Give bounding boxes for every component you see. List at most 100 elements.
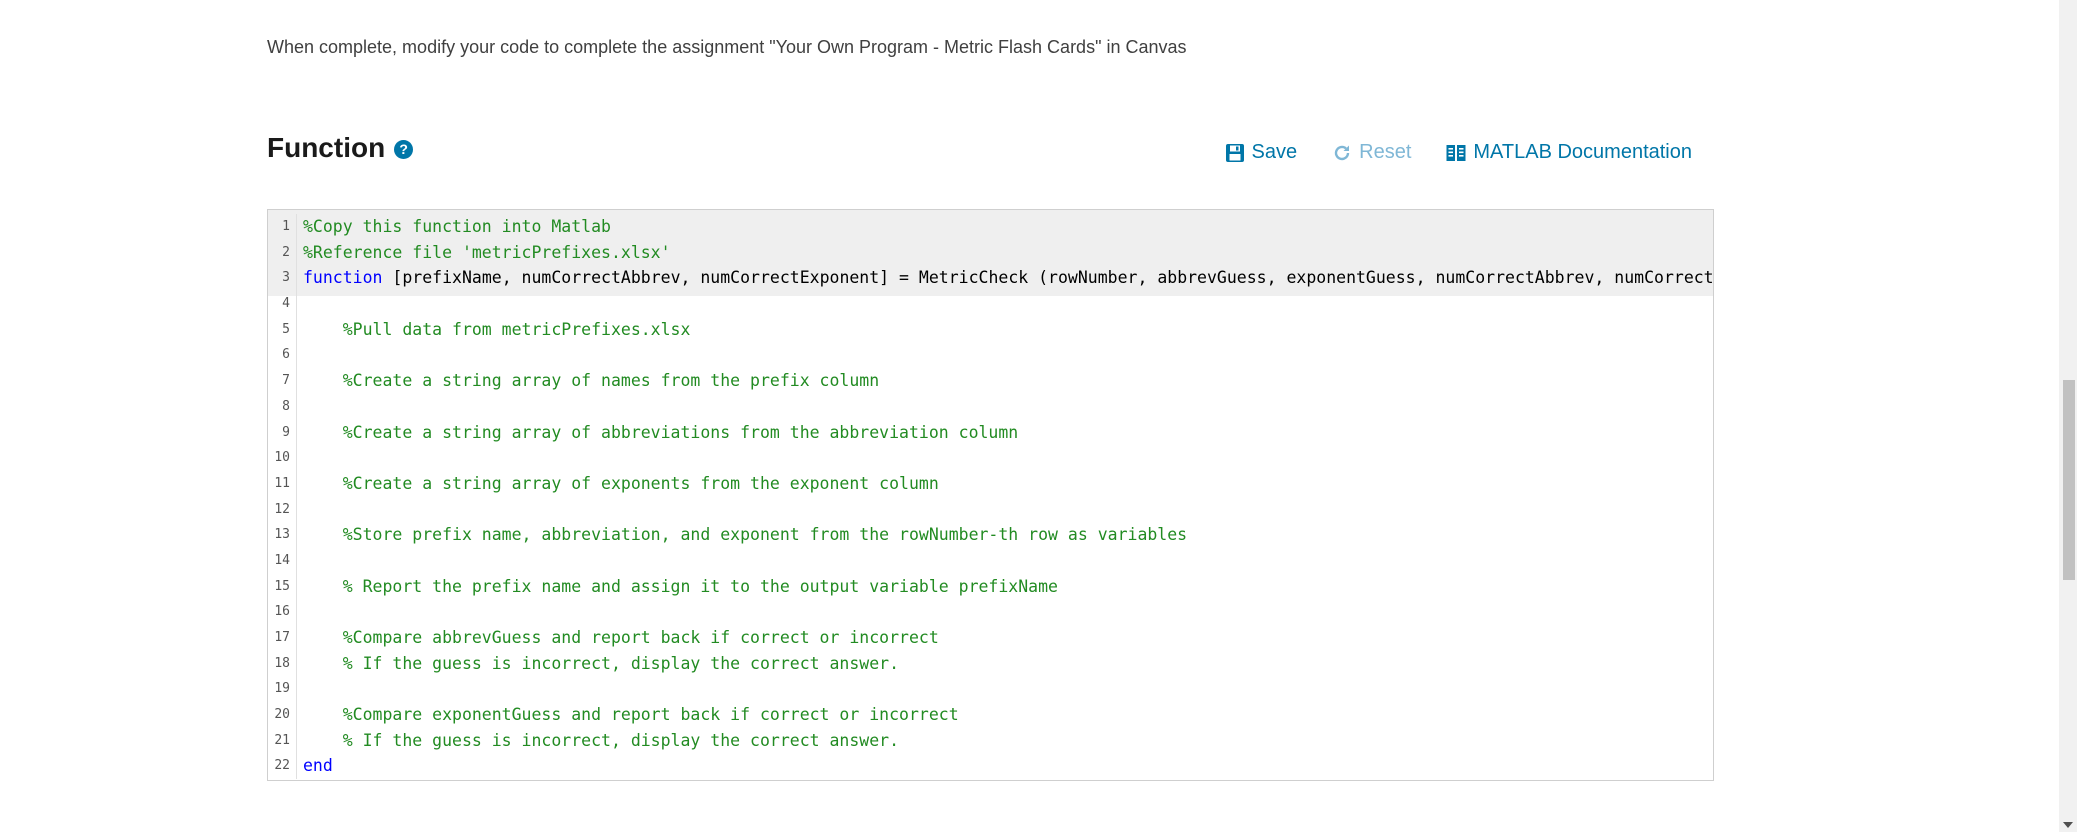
code-line[interactable]: 6 <box>268 342 1713 369</box>
page-scrollbar[interactable] <box>2059 0 2077 832</box>
line-number: 21 <box>268 727 297 754</box>
line-number: 3 <box>268 265 297 292</box>
keyword-token: function <box>303 268 383 288</box>
line-number: 1 <box>268 214 297 240</box>
code-lines: 1 %Copy this function into Matlab 2 %Refere… <box>268 214 1714 780</box>
line-number: 8 <box>268 393 297 420</box>
line-number: 2 <box>268 239 297 266</box>
save-button[interactable]: Save <box>1225 141 1298 164</box>
page: When complete, modify your code to compl… <box>0 0 2077 832</box>
comment-token: %Copy this function into Matlab <box>303 217 611 236</box>
code-line[interactable]: 11 %Create a string array of exponents f… <box>268 470 1713 497</box>
comment-token: %Reference file 'metricPrefixes.xlsx' <box>303 242 671 262</box>
intro-text: When complete, modify your code to compl… <box>267 37 1187 57</box>
line-number: 16 <box>268 599 297 625</box>
code-line[interactable]: 8 <box>268 393 1713 420</box>
code-text: %Pull data from metricPrefixes.xlsx <box>297 317 691 343</box>
comment-token: %Create a string array of exponents from… <box>303 473 939 493</box>
code-text: %Compare exponentGuess and report back i… <box>297 702 959 728</box>
line-number: 19 <box>268 676 297 703</box>
comment-token: %Create a string array of abbreviations … <box>303 422 1019 442</box>
line-number: 12 <box>268 496 297 523</box>
refresh-icon <box>1334 145 1350 160</box>
editor-toolbar: Save Reset MATLAB Documentation <box>1225 141 1692 164</box>
book-icon <box>1446 144 1466 161</box>
line-number: 15 <box>268 573 297 600</box>
line-number: 9 <box>268 419 297 446</box>
code-text: %Create a string array of abbreviations … <box>297 420 1019 446</box>
line-number: 10 <box>268 445 297 471</box>
floppy-disk-icon <box>1225 143 1244 162</box>
code-text: %Compare abbrevGuess and report back if … <box>297 625 939 651</box>
function-section-header: Function ? <box>267 132 414 164</box>
line-number: 7 <box>268 368 297 394</box>
signature-token: [prefixName, numCorrectAbbrev, numCorrec… <box>382 268 1714 288</box>
code-editor[interactable]: 1 %Copy this function into Matlab 2 %Refere… <box>267 209 1714 781</box>
code-line[interactable]: 4 <box>268 291 1713 317</box>
comment-token: %Store prefix name, abbreviation, and ex… <box>303 525 1188 545</box>
scroll-down-arrow-icon[interactable] <box>2063 822 2073 828</box>
code-line[interactable]: 2 %Reference file 'metricPrefixes.xlsx' <box>268 239 1713 266</box>
comment-token: %Pull data from metricPrefixes.xlsx <box>303 319 691 339</box>
code-text: %Copy this function into Matlab <box>297 214 611 240</box>
code-line[interactable]: 21 % If the guess is incorrect, display … <box>268 727 1713 754</box>
question-circle-icon[interactable]: ? <box>394 139 414 159</box>
line-number: 20 <box>268 702 297 728</box>
code-line[interactable]: 17 %Compare abbrevGuess and report back … <box>268 625 1713 651</box>
code-line[interactable]: 12 <box>268 496 1713 523</box>
code-line[interactable]: 22 end <box>268 753 1713 780</box>
comment-token: % If the guess is incorrect, display the… <box>303 730 900 750</box>
code-text: % Report the prefix name and assign it t… <box>297 574 1058 600</box>
line-number: 17 <box>268 625 297 651</box>
reset-button[interactable]: Reset <box>1332 141 1411 164</box>
code-line[interactable]: 18 % If the guess is incorrect, display … <box>268 650 1713 677</box>
line-number: 18 <box>268 650 297 677</box>
code-line[interactable]: 1 %Copy this function into Matlab <box>268 214 1713 240</box>
code-text: %Store prefix name, abbreviation, and ex… <box>297 522 1187 548</box>
code-line[interactable]: 15 % Report the prefix name and assign i… <box>268 573 1713 600</box>
matlab-documentation-link[interactable]: MATLAB Documentation <box>1446 141 1692 164</box>
code-text: %Reference file 'metricPrefixes.xlsx' <box>297 240 671 266</box>
line-number: 11 <box>268 470 297 497</box>
section-title: Function <box>267 132 386 163</box>
code-text: function [prefixName, numCorrectAbbrev, … <box>297 265 1714 291</box>
code-line[interactable]: 13 %Store prefix name, abbreviation, and… <box>268 522 1713 548</box>
code-line[interactable]: 14 <box>268 547 1713 574</box>
documentation-label: MATLAB Documentation <box>1473 141 1692 163</box>
code-text: % If the guess is incorrect, display the… <box>297 651 899 677</box>
keyword-token: end <box>303 756 333 776</box>
line-number: 4 <box>268 291 297 317</box>
comment-token: % If the guess is incorrect, display the… <box>303 653 900 673</box>
code-line[interactable]: 5 %Pull data from metricPrefixes.xlsx <box>268 316 1713 343</box>
code-text: end <box>297 753 333 779</box>
line-number: 6 <box>268 342 297 369</box>
code-line[interactable]: 16 <box>268 599 1713 625</box>
line-number: 22 <box>268 753 297 780</box>
reset-label: Reset <box>1359 141 1412 163</box>
code-line[interactable]: 19 <box>268 676 1713 703</box>
line-number: 14 <box>268 547 297 574</box>
scrollbar-thumb[interactable] <box>2063 380 2075 580</box>
code-text: %Create a string array of exponents from… <box>297 471 939 497</box>
comment-token: % Report the prefix name and assign it t… <box>303 576 1058 596</box>
code-line[interactable]: 20 %Compare exponentGuess and report bac… <box>268 702 1713 728</box>
code-line[interactable]: 9 %Create a string array of abbreviation… <box>268 419 1713 446</box>
code-line[interactable]: 7 %Create a string array of names from t… <box>268 368 1713 394</box>
code-line[interactable]: 10 <box>268 445 1713 471</box>
code-text: % If the guess is incorrect, display the… <box>297 728 899 754</box>
code-line[interactable]: 3 function [prefixName, numCorrectAbbrev,… <box>268 265 1714 292</box>
save-label: Save <box>1251 141 1298 163</box>
line-number: 5 <box>268 316 297 343</box>
line-number: 13 <box>268 522 297 548</box>
comment-token: %Compare abbrevGuess and report back if … <box>303 628 939 647</box>
comment-token: %Create a string array of names from the… <box>303 371 880 391</box>
code-text: %Create a string array of names from the… <box>297 368 879 394</box>
